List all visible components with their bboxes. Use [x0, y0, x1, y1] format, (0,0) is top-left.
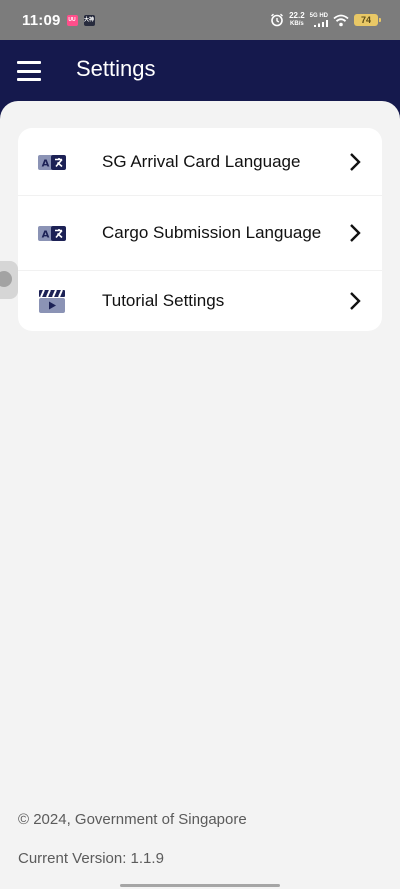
assistant-icon [0, 271, 12, 287]
settings-item-sg-arrival-card-language[interactable]: A SG Arrival Card Language [18, 128, 382, 196]
status-time: 11:09 [22, 11, 61, 29]
copyright-text: © 2024, Government of Singapore [18, 811, 247, 828]
network-speed: 22.2 KB/s [289, 12, 305, 28]
network-type-label: 5G HD [309, 13, 328, 19]
dashen-app-icon: 大神 [83, 14, 95, 26]
page-title: Settings [76, 56, 156, 81]
content-area: A SG Arrival Card Language A Cargo Submi… [0, 101, 400, 889]
status-bar: 11:09 UU 大神 22.2 KB/s 5G HD 74 [0, 0, 400, 40]
svg-text:A: A [42, 230, 50, 241]
alarm-icon [271, 13, 284, 27]
uu-app-icon: UU [66, 14, 78, 26]
signal-bars-icon [314, 20, 328, 27]
battery-indicator: 74 [354, 14, 381, 26]
chevron-right-icon [350, 292, 361, 310]
language-translate-icon: A [38, 226, 66, 241]
cellular-signal: 5G HD [310, 13, 328, 27]
language-translate-icon: A [38, 154, 66, 170]
network-speed-unit: KB/s [290, 21, 304, 27]
svg-text:A: A [42, 158, 50, 169]
version-text: Current Version: 1.1.9 [18, 850, 164, 867]
settings-item-label: Cargo Submission Language [102, 223, 322, 242]
settings-item-label: SG Arrival Card Language [102, 151, 301, 171]
hamburger-menu-icon[interactable] [15, 57, 43, 85]
network-speed-value: 22.2 [289, 11, 305, 20]
settings-item-tutorial-settings[interactable]: Tutorial Settings [18, 271, 382, 331]
settings-card: A SG Arrival Card Language A Cargo Submi… [18, 128, 382, 331]
home-indicator[interactable] [120, 884, 280, 887]
settings-item-label: Tutorial Settings [102, 291, 225, 310]
chevron-right-icon [350, 224, 361, 242]
floating-assistant-handle[interactable] [0, 261, 18, 299]
video-clapper-icon [39, 289, 65, 313]
status-indicators: 22.2 KB/s 5G HD 74 [270, 12, 381, 28]
chevron-right-icon [350, 152, 361, 171]
wifi-icon [333, 14, 349, 26]
settings-item-cargo-submission-language[interactable]: A Cargo Submission Language [18, 196, 382, 271]
